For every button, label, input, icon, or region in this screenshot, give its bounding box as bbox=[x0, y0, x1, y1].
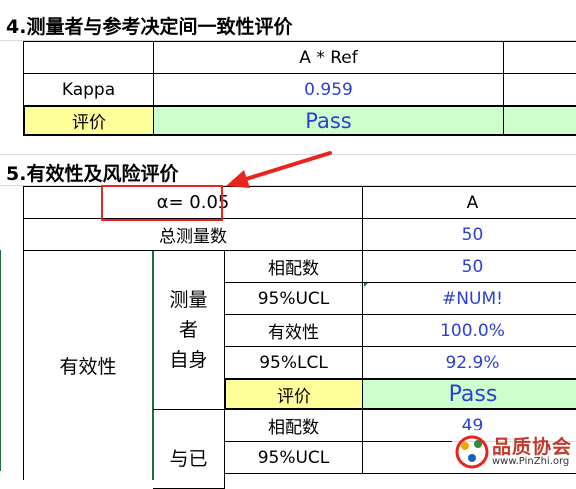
watermark-text: 品质协会 bbox=[492, 436, 573, 458]
annotation-arrow-icon bbox=[226, 151, 332, 188]
watermark-logo: 品质协会 www.PinZhi.org bbox=[452, 430, 576, 471]
watermark-site: www.PinZhi.org bbox=[492, 456, 570, 467]
logo-icon bbox=[455, 435, 489, 469]
